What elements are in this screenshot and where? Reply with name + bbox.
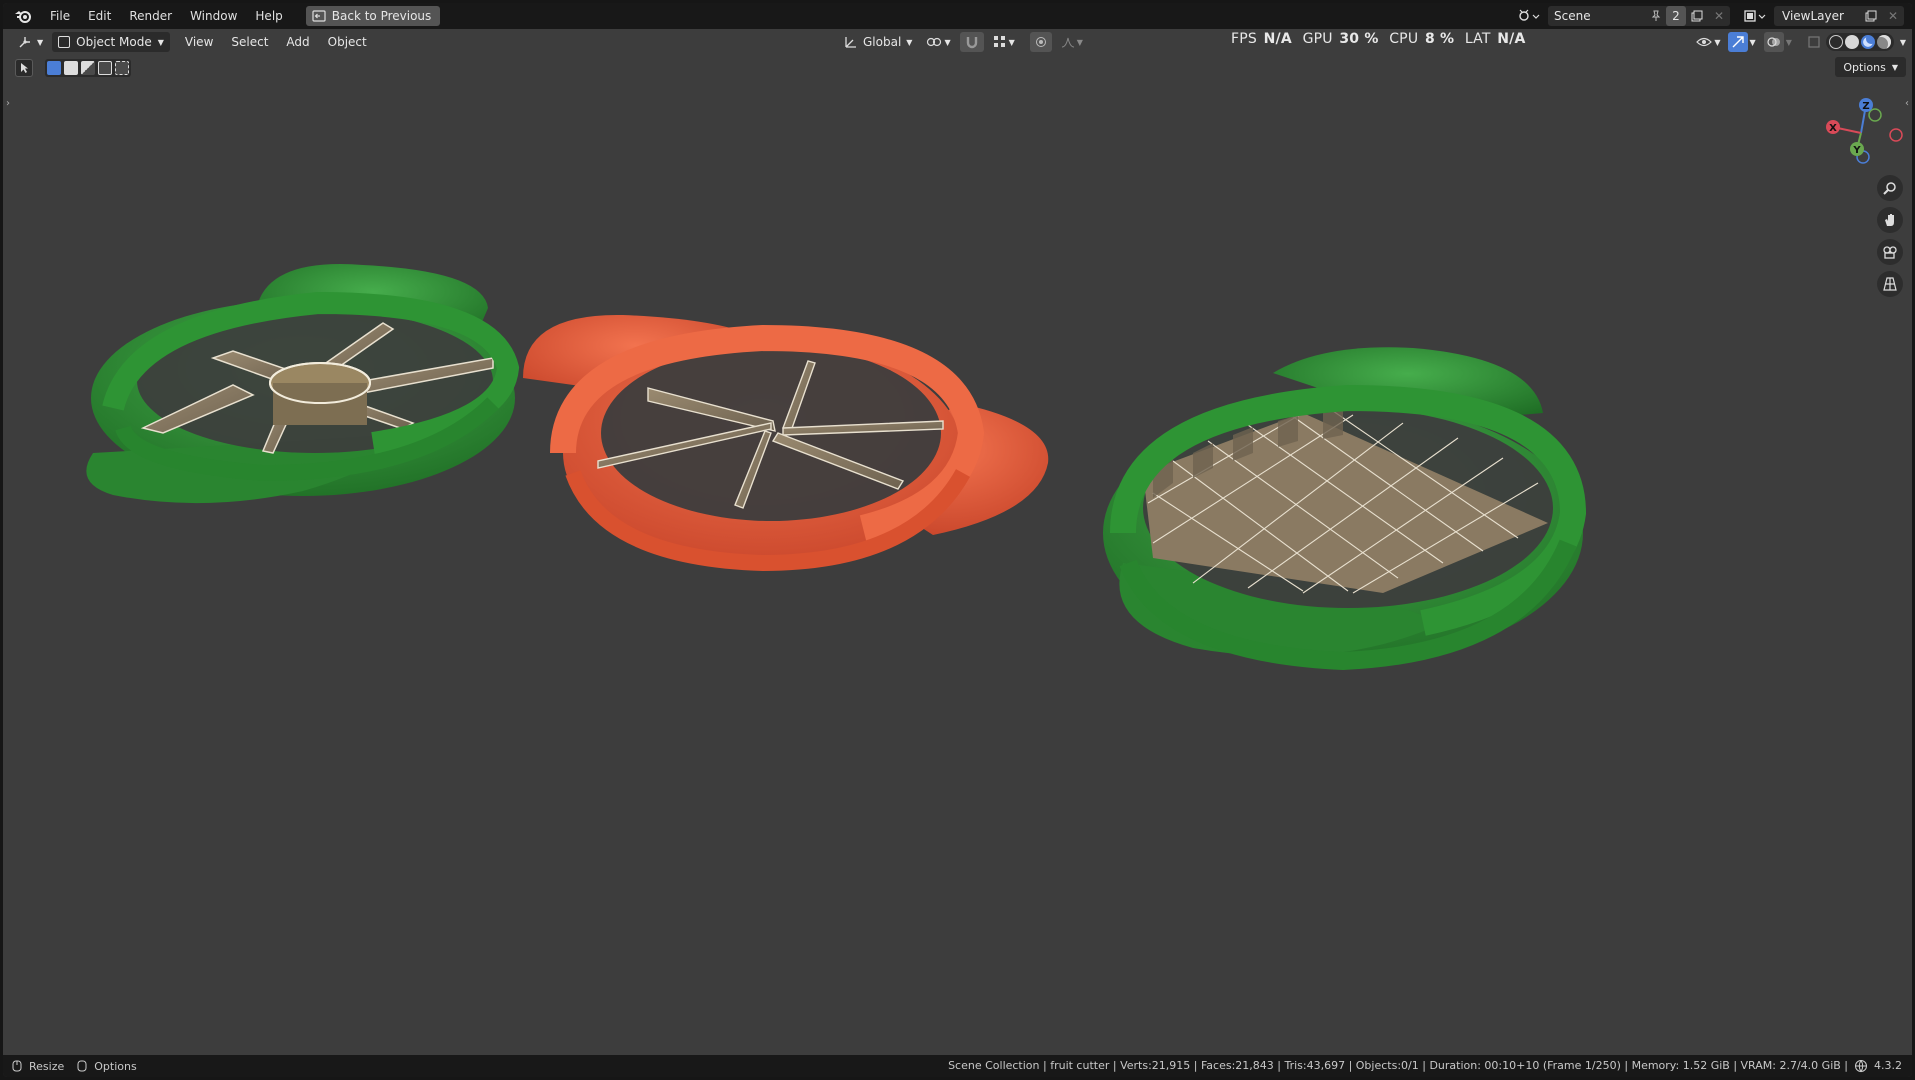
gizmo-y-label: Y [1852,145,1861,156]
mouse-resize-icon [12,1060,22,1072]
gizmo-neg-x-icon[interactable] [1889,128,1903,142]
version-label: 4.3.2 [1874,1059,1902,1072]
navigation-buttons [1877,175,1903,297]
status-hints: Resize Options [11,1060,137,1073]
network-globe-icon[interactable] [1854,1059,1868,1073]
pan-hand-icon[interactable] [1877,207,1903,233]
blender-window: File Edit Render Window Help Back to Pre… [3,3,1912,1077]
green-grid-cutter[interactable] [1103,347,1587,671]
orange-radial-cutter[interactable] [523,314,1049,572]
green-radial-cutter[interactable] [86,264,520,504]
perspective-grid-icon[interactable] [1877,271,1903,297]
gizmo-z-label: Z [1862,101,1869,112]
gizmo-x-label: X [1829,123,1837,134]
resize-hint-label: Resize [29,1059,65,1073]
scene-statistics: Scene Collection | fruit cutter | Verts:… [948,1055,1902,1077]
options-hint-label: Options [94,1059,137,1073]
viewport-canvas[interactable] [3,3,1912,1055]
zoom-icon[interactable] [1877,175,1903,201]
stats-text: Scene Collection | fruit cutter | Verts:… [948,1059,1848,1072]
gizmo-neg-y-icon[interactable] [1868,108,1882,122]
navigation-gizmo[interactable]: Z X Y [1821,95,1911,175]
mouse-options-icon [77,1060,87,1072]
camera-view-icon[interactable] [1877,239,1903,265]
status-bar: Resize Options Scene Collection | fruit … [3,1055,1912,1077]
